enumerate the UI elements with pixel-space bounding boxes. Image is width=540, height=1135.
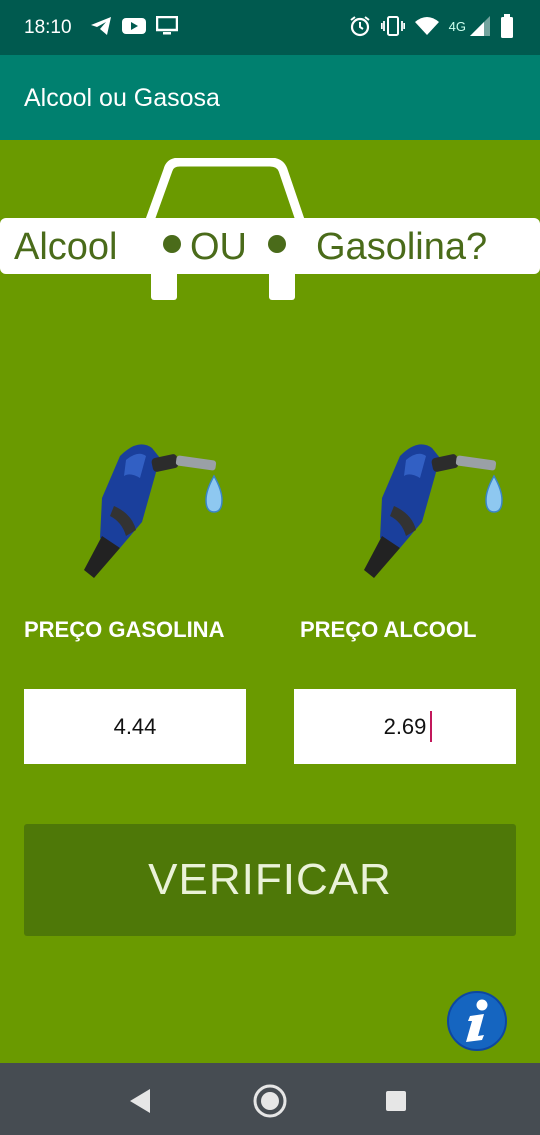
home-icon[interactable] [250,1081,290,1121]
gasoline-price-input[interactable] [24,689,246,764]
vibrate-icon [380,16,405,36]
battery-icon [501,14,513,38]
back-icon[interactable] [120,1081,160,1121]
app-bar: Alcool ou Gasosa [0,55,540,140]
gasoline-price-label: PREÇO GASOLINA [24,617,225,642]
alarm-icon [350,16,370,37]
fuel-pump-icon [364,444,503,578]
youtube-icon [122,18,146,34]
recent-apps-icon[interactable] [376,1081,416,1121]
signal-icon [470,16,490,36]
wifi-icon [414,17,439,35]
status-bar: 18:10 4G [0,0,540,55]
app-logo: Alcool OU Gasolina? [0,158,540,300]
alcohol-price-label: PREÇO ALCOOL [300,617,477,642]
status-time: 18:10 [24,17,72,38]
alcohol-price-input[interactable] [294,689,516,764]
network-type-label: 4G [448,18,466,34]
logo-word-gasolina: Gasolina? [316,226,487,268]
text-cursor [430,711,432,742]
monitor-icon [156,16,178,35]
logo-word-ou: OU [190,226,247,268]
info-icon[interactable] [446,990,508,1052]
fuel-pump-icon [84,444,223,578]
status-system-icons: 4G [349,14,514,38]
logo-word-alcool: Alcool [14,226,118,268]
status-notification-icons [90,16,178,36]
telegram-icon [91,17,111,35]
verify-button[interactable]: VERIFICAR [24,824,516,936]
navigation-bar [0,1063,540,1135]
app-title: Alcool ou Gasosa [24,84,220,112]
